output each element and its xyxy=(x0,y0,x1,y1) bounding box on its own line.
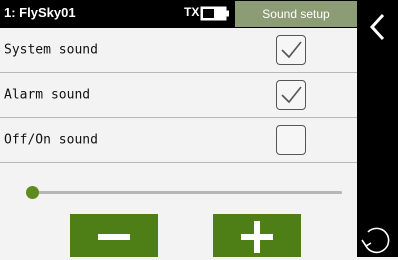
minus-icon xyxy=(98,234,130,240)
setting-row-off-on-sound: Off/On sound xyxy=(0,118,357,163)
chevron-left-icon xyxy=(369,13,385,41)
rotate-icon xyxy=(361,227,390,254)
off-on-sound-checkbox[interactable] xyxy=(276,125,306,155)
volume-slider-thumb[interactable] xyxy=(25,186,39,199)
top-status-bar: 1: FlySky01 TX Sound setup xyxy=(0,0,357,28)
setting-row-alarm-sound: Alarm sound xyxy=(0,73,357,118)
setting-label: System sound xyxy=(4,42,98,58)
screen-title: Sound setup xyxy=(235,1,357,27)
screen-title-label: Sound setup xyxy=(262,7,330,21)
alarm-sound-checkbox[interactable] xyxy=(276,80,306,110)
reset-button[interactable] xyxy=(358,224,392,256)
volume-slider-track[interactable] xyxy=(32,191,342,194)
plus-icon xyxy=(241,221,273,253)
setting-label: Off/On sound xyxy=(4,132,98,148)
battery-icon xyxy=(200,6,230,21)
main-panel: 1: FlySky01 TX Sound setup System sound … xyxy=(0,0,357,257)
model-name: 1: FlySky01 xyxy=(4,5,76,20)
setting-label: Alarm sound xyxy=(4,87,91,103)
check-icon xyxy=(281,86,302,104)
check-icon xyxy=(281,41,302,59)
setting-row-system-sound: System sound xyxy=(0,28,357,73)
system-sound-checkbox[interactable] xyxy=(276,35,306,65)
increase-button[interactable] xyxy=(213,214,301,257)
back-button[interactable] xyxy=(367,12,389,42)
decrease-button[interactable] xyxy=(70,214,158,257)
tx-label: TX xyxy=(184,5,200,19)
